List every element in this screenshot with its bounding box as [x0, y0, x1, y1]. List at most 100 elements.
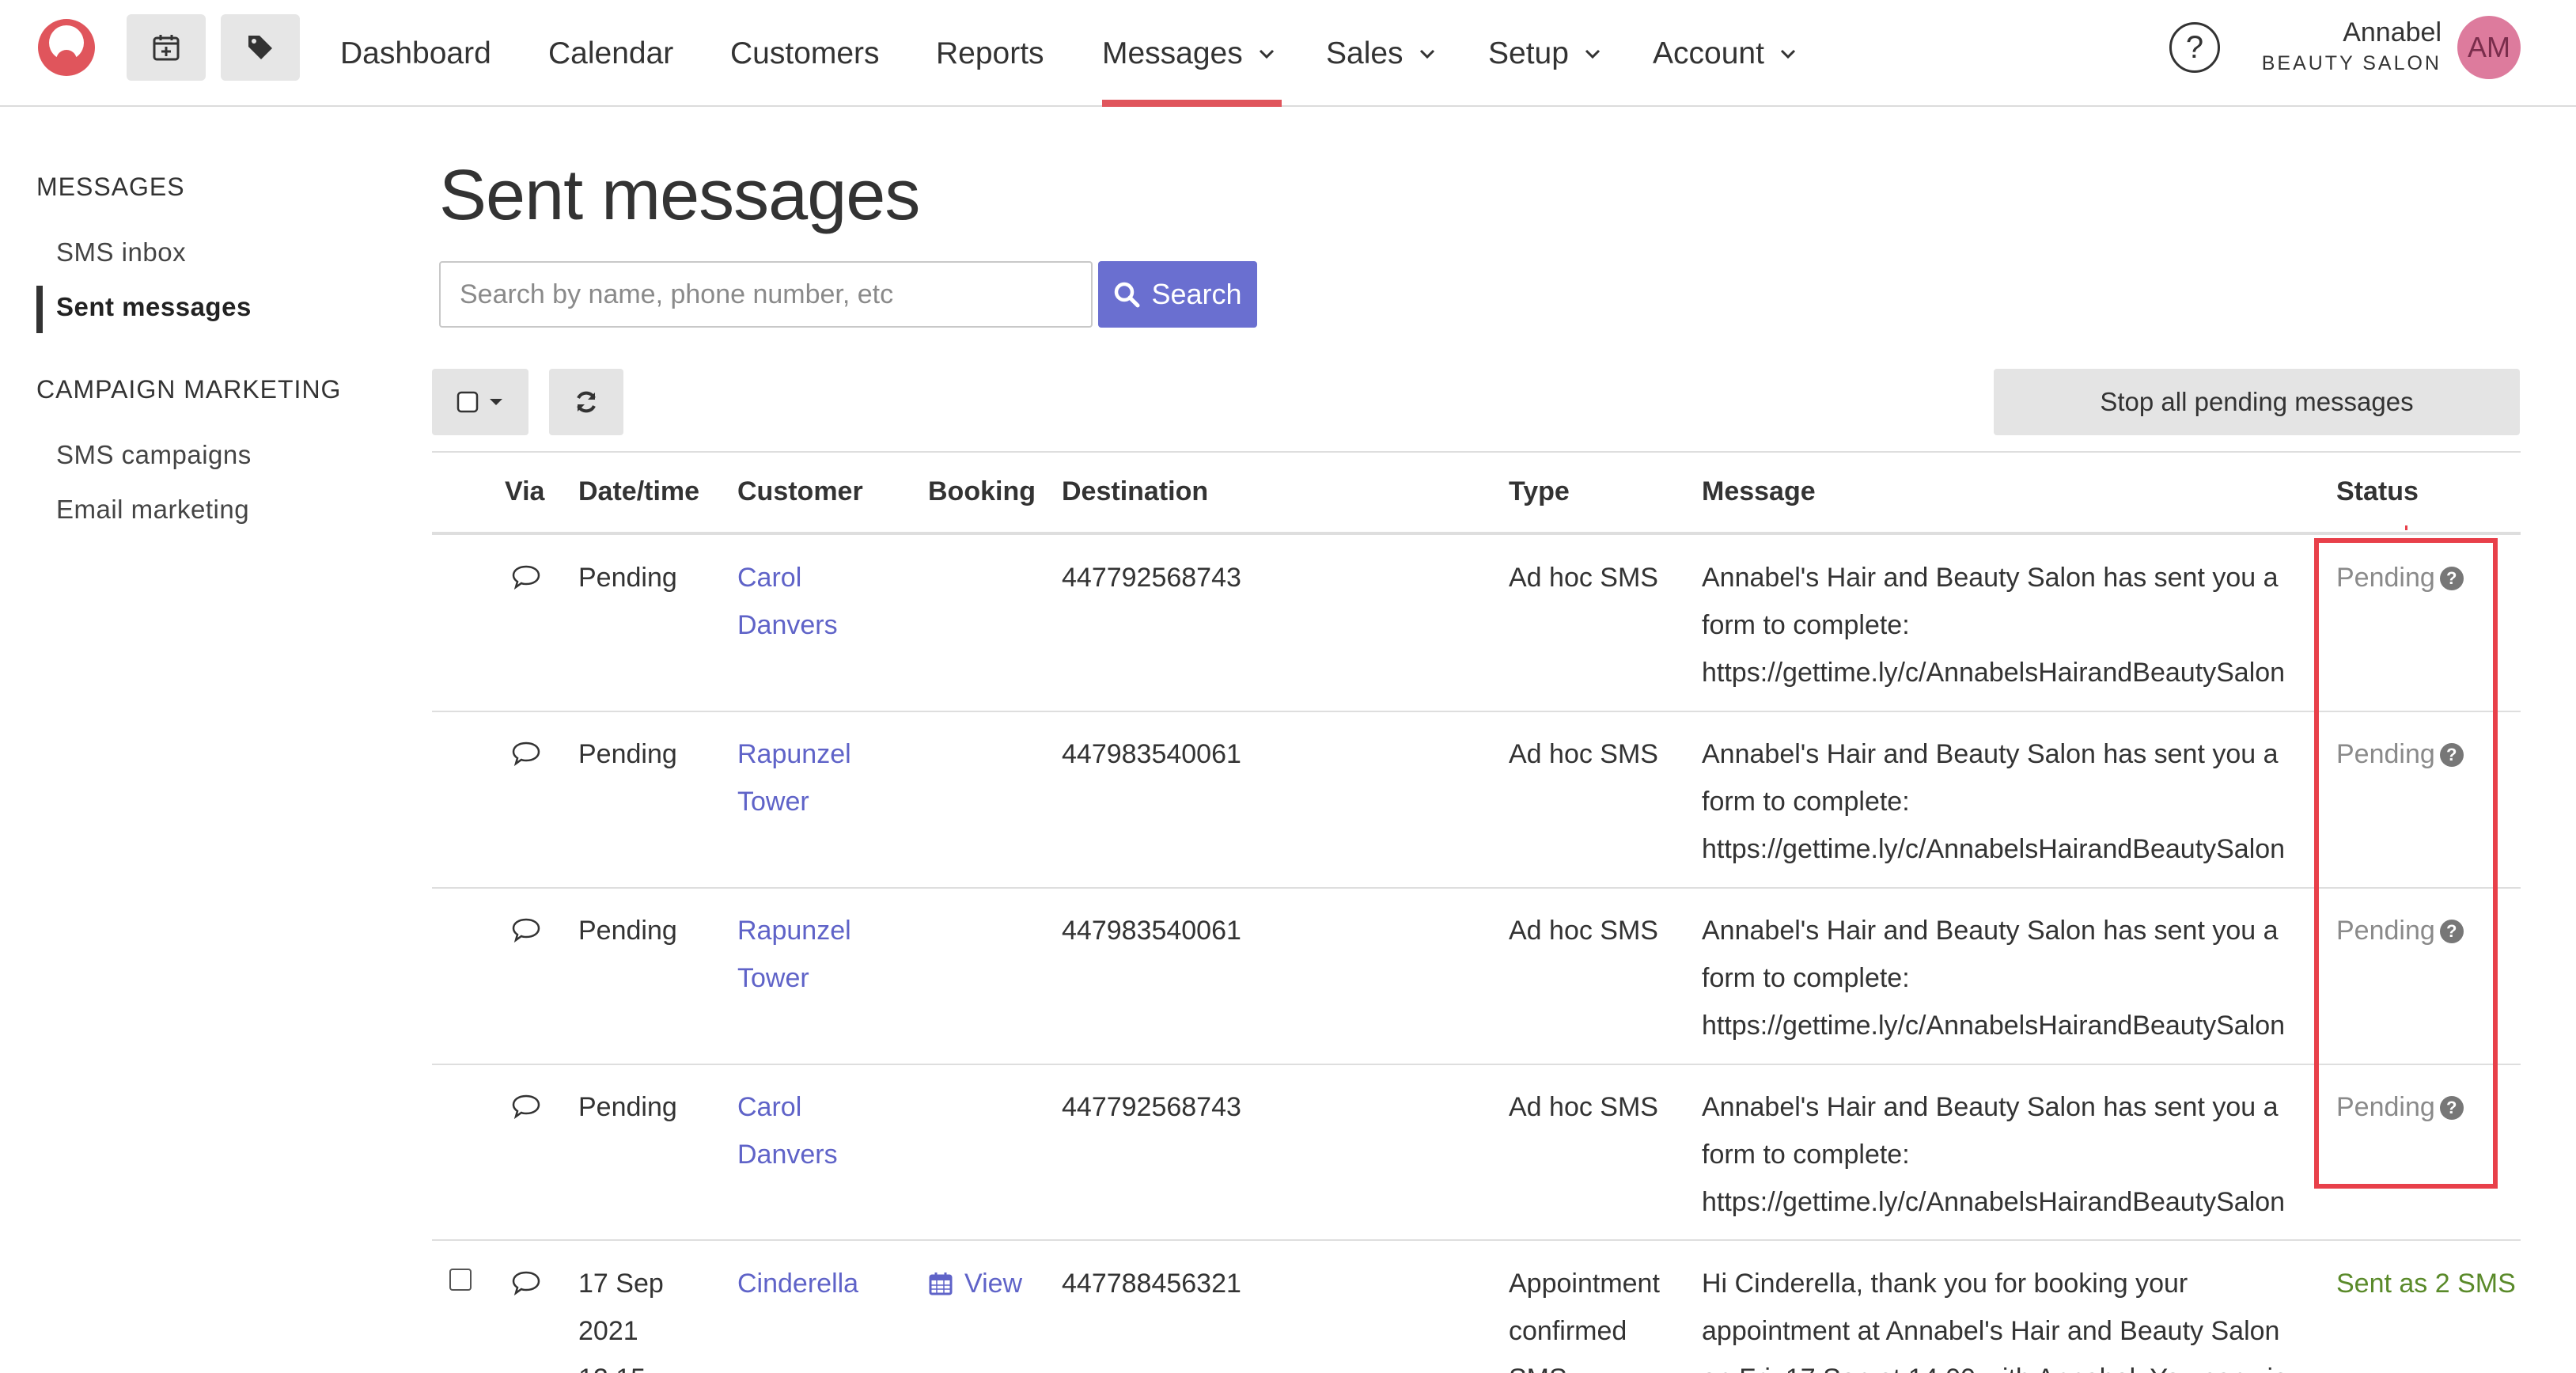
column-header-status: Status	[2336, 476, 2419, 506]
message-line: Annabel's Hair and Beauty Salon has sent…	[1702, 563, 2279, 593]
refresh-button[interactable]	[549, 369, 623, 435]
customer-link[interactable]: Rapunzel Tower	[737, 907, 851, 1002]
type-line: Ad hoc SMS	[1509, 1092, 1658, 1122]
customer-name-line[interactable]: Danvers	[737, 1131, 838, 1178]
speech-bubble-icon	[512, 1271, 540, 1296]
customer-name-line[interactable]: Carol	[737, 554, 838, 601]
message-text: Hi Cinderella, thank you for booking you…	[1702, 1260, 2308, 1373]
nav-setup[interactable]: Setup	[1488, 0, 1602, 107]
calendar-icon	[929, 1272, 953, 1295]
message-line: form to complete:	[1702, 787, 1910, 817]
row-divider	[432, 887, 2521, 889]
sidebar-heading-campaign-marketing: CAMPAIGN MARKETING	[36, 375, 342, 404]
column-header-destination: Destination	[1062, 476, 1209, 506]
customer-link[interactable]: Cinderella	[737, 1260, 858, 1307]
customer-name-line[interactable]: Tower	[737, 954, 851, 1002]
column-header-datetime: Date/time	[578, 476, 700, 506]
type-line: Appointment	[1509, 1269, 1660, 1299]
sidebar-item-sent-messages[interactable]: Sent messages	[56, 292, 252, 322]
nav-label: Customers	[730, 36, 880, 70]
customer-name-line[interactable]: Cinderella	[737, 1260, 858, 1307]
logo[interactable]	[36, 17, 97, 78]
status-badge: Sent as 2 SMS	[2336, 1269, 2516, 1299]
message-line: form to complete:	[1702, 963, 1910, 993]
search-button-label: Search	[1151, 278, 1242, 310]
new-booking-button[interactable]	[127, 14, 206, 81]
column-header-booking: Booking	[928, 476, 1036, 506]
type-line: confirmed	[1509, 1316, 1627, 1346]
message-type: Ad hoc SMS	[1509, 730, 1658, 778]
message-line: https://gettime.ly/c/AnnabelsHairandBeau…	[1702, 1187, 2286, 1217]
tag-icon	[248, 36, 272, 59]
nav-customers[interactable]: Customers	[730, 0, 880, 107]
message-line: Annabel's Hair and Beauty Salon has sent…	[1702, 739, 2279, 769]
datetime-line: 2021	[578, 1316, 638, 1346]
speech-bubble-icon	[512, 1094, 540, 1120]
nav-calendar[interactable]: Calendar	[548, 0, 673, 107]
nav-label: Sales	[1326, 36, 1404, 70]
row-checkbox[interactable]	[449, 1269, 472, 1291]
stop-all-pending-button[interactable]: Stop all pending messages	[1994, 369, 2520, 435]
sidebar-item-sms-inbox[interactable]: SMS inbox	[56, 237, 186, 267]
table-header-border	[432, 532, 2521, 535]
customer-link[interactable]: Carol Danvers	[737, 1083, 838, 1178]
message-line: form to complete:	[1702, 610, 1910, 640]
message-datetime: Pending	[578, 730, 677, 778]
search-input[interactable]	[439, 261, 1093, 328]
customer-link[interactable]: Carol Danvers	[737, 554, 838, 649]
customer-name-line[interactable]: Tower	[737, 778, 851, 825]
nav-account[interactable]: Account	[1653, 0, 1798, 107]
search-button[interactable]: Search	[1098, 261, 1257, 328]
sidebar-item-email-marketing[interactable]: Email marketing	[56, 495, 249, 525]
salon-name[interactable]: BEAUTY SALON	[2262, 52, 2442, 75]
chevron-down-icon	[1419, 49, 1434, 59]
chevron-down-icon	[1259, 49, 1274, 59]
booking-view-link[interactable]: View	[928, 1260, 1022, 1307]
message-datetime: Pending	[578, 554, 677, 601]
column-header-via: Via	[505, 476, 545, 506]
highlight-marker	[2405, 525, 2407, 530]
search-icon	[1115, 282, 1140, 308]
type-line: Ad hoc SMS	[1509, 563, 1658, 593]
message-text: Annabel's Hair and Beauty Salon has sent…	[1702, 907, 2285, 1049]
destination-number: 447983540061	[1062, 916, 1241, 946]
nav-reports[interactable]: Reports	[936, 0, 1044, 107]
message-type: Ad hoc SMS	[1509, 1083, 1658, 1131]
type-line: Ad hoc SMS	[1509, 916, 1658, 946]
nav-messages[interactable]: Messages	[1102, 0, 1282, 107]
status-highlight-box	[2314, 538, 2498, 1189]
customer-name-line[interactable]: Rapunzel	[737, 907, 851, 954]
customer-name-line[interactable]: Carol	[737, 1083, 838, 1131]
destination-number: 447792568743	[1062, 563, 1241, 593]
new-sale-button[interactable]	[221, 14, 300, 81]
message-type: Appointment confirmed SMS	[1509, 1260, 1660, 1373]
nav-sales[interactable]: Sales	[1326, 0, 1437, 107]
user-name[interactable]: Annabel	[2343, 17, 2442, 48]
datetime-line: 17 Sep	[578, 1269, 664, 1299]
table-top-border	[432, 451, 2521, 453]
customer-name-line[interactable]: Danvers	[737, 601, 838, 649]
page-title: Sent messages	[439, 156, 920, 235]
customer-link[interactable]: Rapunzel Tower	[737, 730, 851, 825]
type-line: SMS	[1509, 1355, 1660, 1373]
message-type: Ad hoc SMS	[1509, 554, 1658, 601]
row-divider	[432, 1064, 2521, 1065]
nav-dashboard[interactable]: Dashboard	[340, 0, 491, 107]
checkbox-icon	[456, 391, 479, 413]
message-line: appointment at Annabel's Hair and Beauty…	[1702, 1316, 2280, 1346]
booking-link-label[interactable]: View	[964, 1260, 1022, 1307]
help-icon[interactable]: ?	[2169, 22, 2220, 73]
select-all-dropdown[interactable]	[432, 369, 528, 435]
chevron-down-icon	[1585, 49, 1600, 59]
customer-name-line[interactable]: Rapunzel	[737, 730, 851, 778]
destination-number: 447792568743	[1062, 1092, 1241, 1122]
message-datetime: 17 Sep 2021 12:15	[578, 1260, 664, 1373]
sidebar-item-sms-campaigns[interactable]: SMS campaigns	[56, 440, 252, 470]
column-header-customer: Customer	[737, 476, 863, 506]
message-line: Annabel's Hair and Beauty Salon has sent…	[1702, 916, 2279, 946]
nav-label: Reports	[936, 36, 1044, 70]
chevron-down-icon	[1780, 49, 1795, 59]
top-navigation-bar: Dashboard Calendar Customers Reports Mes…	[0, 0, 2576, 107]
avatar[interactable]: AM	[2457, 16, 2521, 79]
datetime-line: Pending	[578, 1092, 677, 1122]
